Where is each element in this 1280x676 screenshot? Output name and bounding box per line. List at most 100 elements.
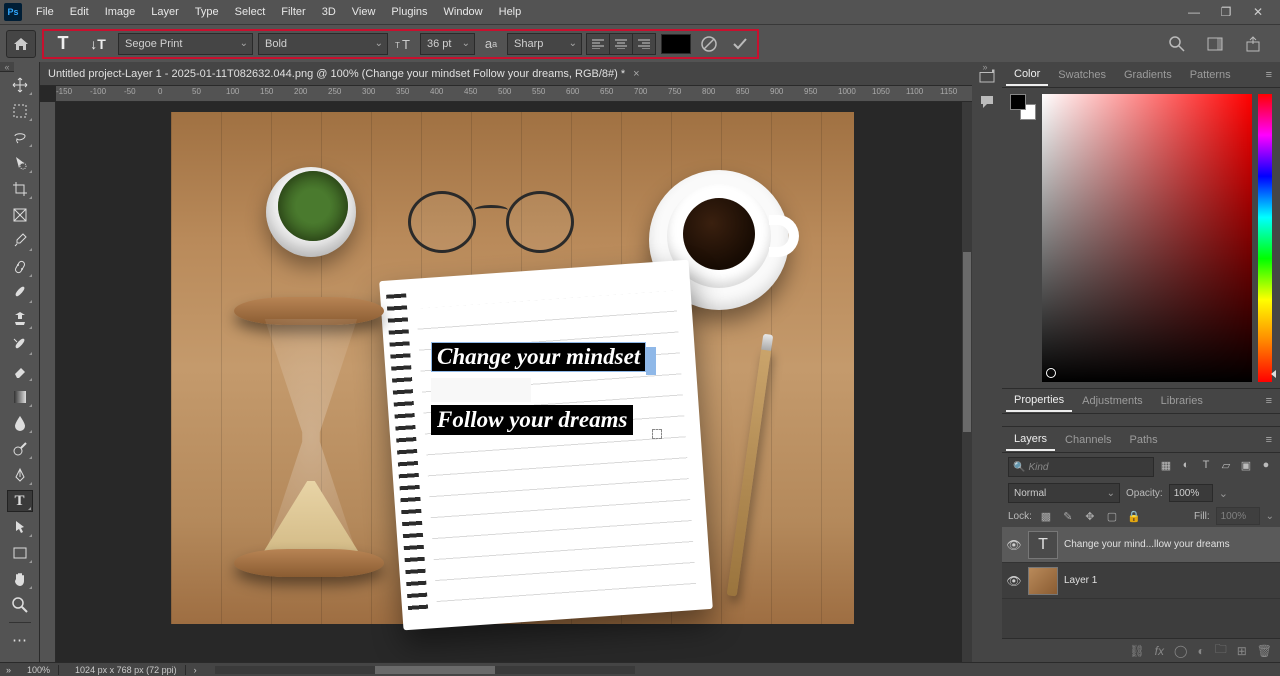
lasso-tool[interactable] [7, 126, 33, 148]
workspace-switcher[interactable] [1202, 31, 1228, 57]
layer-row[interactable]: 👁 Layer 1 [1002, 563, 1280, 599]
layer-name[interactable]: Layer 1 [1064, 575, 1097, 586]
clone-stamp-tool[interactable] [7, 308, 33, 330]
zoom-tool[interactable] [7, 594, 33, 616]
spectrum-cursor[interactable] [1046, 368, 1056, 378]
panel-menu-icon[interactable]: ≡ [1262, 69, 1276, 81]
scrollbar-vertical[interactable] [962, 102, 972, 662]
eyedropper-tool[interactable] [7, 230, 33, 252]
filter-smart-icon[interactable]: ▣ [1238, 459, 1254, 475]
align-center-button[interactable] [609, 33, 633, 55]
opacity-value[interactable]: 100% [1169, 484, 1213, 502]
text-empty-line[interactable] [431, 378, 531, 402]
menu-plugins[interactable]: Plugins [383, 3, 435, 21]
cancel-edits-button[interactable] [696, 31, 722, 57]
edit-toolbar[interactable]: ⋯ [7, 629, 33, 651]
font-style-dropdown[interactable]: Bold [258, 33, 388, 55]
comments-panel-icon[interactable] [979, 94, 995, 110]
layer-filter-search[interactable]: Kind [1008, 457, 1154, 477]
text-line-1[interactable]: Change your mindset [431, 342, 646, 372]
tab-patterns[interactable]: Patterns [1182, 65, 1239, 85]
align-right-button[interactable] [632, 33, 656, 55]
chevron-right-icon[interactable]: › [194, 665, 197, 675]
collapse-right-icon[interactable]: » [978, 62, 992, 72]
canvas[interactable]: Change your mindset Follow your dreams [171, 112, 854, 624]
delete-layer-icon[interactable]: 🗑 [1257, 644, 1272, 658]
antialias-dropdown[interactable]: Sharp [507, 33, 582, 55]
dodge-tool[interactable] [7, 438, 33, 460]
menu-image[interactable]: Image [97, 3, 144, 21]
tab-libraries[interactable]: Libraries [1153, 391, 1211, 411]
commit-edits-button[interactable] [727, 31, 753, 57]
document-tab[interactable]: Untitled project-Layer 1 - 2025-01-11T08… [40, 62, 972, 86]
fg-bg-swatches[interactable] [1010, 94, 1036, 120]
close-tab-icon[interactable]: × [633, 68, 639, 80]
zoom-level[interactable]: 100% [19, 665, 59, 675]
blur-tool[interactable] [7, 412, 33, 434]
filter-pixel-icon[interactable]: ▦ [1158, 459, 1174, 475]
text-orientation-toggle[interactable]: ↓T [83, 32, 113, 56]
layer-row[interactable]: 👁 T Change your mind...llow your dreams [1002, 527, 1280, 563]
window-close-icon[interactable]: ✕ [1246, 5, 1270, 19]
lock-artboard-icon[interactable]: ▢ [1104, 510, 1120, 523]
menu-view[interactable]: View [344, 3, 384, 21]
lock-pixels-icon[interactable]: ✎ [1060, 510, 1076, 523]
align-left-button[interactable] [586, 33, 610, 55]
filter-toggle-icon[interactable]: ● [1258, 459, 1274, 475]
gradient-tool[interactable] [7, 386, 33, 408]
font-family-dropdown[interactable]: Segoe Print [118, 33, 253, 55]
path-select-tool[interactable] [7, 516, 33, 538]
filter-shape-icon[interactable]: ▱ [1218, 459, 1234, 475]
type-tool[interactable]: T [7, 490, 33, 512]
tab-properties[interactable]: Properties [1006, 390, 1072, 412]
menu-file[interactable]: File [28, 3, 62, 21]
layer-fx-icon[interactable]: fx [1155, 644, 1164, 658]
menu-layer[interactable]: Layer [143, 3, 187, 21]
expand-icon[interactable]: » [6, 665, 11, 675]
menu-window[interactable]: Window [436, 3, 491, 21]
text-layer-editing[interactable]: Change your mindset Follow your dreams [431, 342, 656, 435]
healing-tool[interactable] [7, 256, 33, 278]
window-minimize-icon[interactable]: — [1182, 5, 1206, 19]
ruler-vertical[interactable] [40, 102, 56, 662]
scrollbar-horizontal[interactable] [215, 666, 635, 674]
move-tool[interactable] [7, 74, 33, 96]
hue-slider[interactable] [1258, 94, 1272, 382]
ruler-horizontal[interactable]: -150-100-5005010015020025030035040045050… [56, 86, 972, 102]
tab-gradients[interactable]: Gradients [1116, 65, 1180, 85]
lock-all-icon[interactable]: 🔒 [1126, 510, 1142, 523]
home-button[interactable] [6, 30, 36, 58]
marquee-tool[interactable] [7, 100, 33, 122]
brush-tool[interactable] [7, 282, 33, 304]
quick-select-tool[interactable] [7, 152, 33, 174]
history-brush-tool[interactable] [7, 334, 33, 356]
frame-tool[interactable] [7, 204, 33, 226]
menu-help[interactable]: Help [491, 3, 530, 21]
new-group-icon[interactable]: 🗀 [1215, 640, 1227, 661]
hue-pointer[interactable] [1271, 370, 1276, 378]
eraser-tool[interactable] [7, 360, 33, 382]
tab-adjustments[interactable]: Adjustments [1074, 391, 1151, 411]
tab-layers[interactable]: Layers [1006, 429, 1055, 451]
text-color-swatch[interactable] [661, 34, 691, 54]
blend-mode-dropdown[interactable]: Normal [1008, 483, 1120, 503]
window-restore-icon[interactable]: ❐ [1214, 5, 1238, 19]
menu-select[interactable]: Select [227, 3, 274, 21]
adjustment-layer-icon[interactable]: ◐ [1197, 644, 1204, 658]
visibility-toggle-icon[interactable]: 👁 [1006, 574, 1022, 588]
hand-tool[interactable] [7, 568, 33, 590]
shape-tool[interactable] [7, 542, 33, 564]
layer-name[interactable]: Change your mind...llow your dreams [1064, 539, 1230, 550]
layer-mask-icon[interactable]: ◯ [1174, 644, 1187, 658]
lock-position-icon[interactable]: ✥ [1082, 510, 1098, 523]
menu-3d[interactable]: 3D [314, 3, 344, 21]
collapse-left-icon[interactable]: « [0, 62, 14, 72]
panel-menu-icon[interactable]: ≡ [1262, 395, 1276, 407]
panel-menu-icon[interactable]: ≡ [1262, 434, 1276, 446]
tab-swatches[interactable]: Swatches [1050, 65, 1114, 85]
pen-tool[interactable] [7, 464, 33, 486]
filter-type-icon[interactable]: T [1198, 459, 1214, 475]
text-line-2[interactable]: Follow your dreams [431, 405, 633, 435]
color-spectrum[interactable] [1042, 94, 1252, 382]
new-layer-icon[interactable]: ⊞ [1237, 644, 1247, 658]
